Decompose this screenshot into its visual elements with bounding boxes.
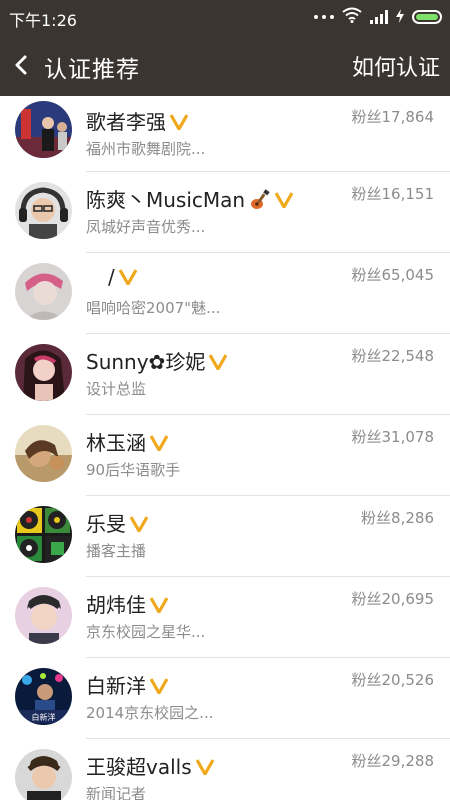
list-item[interactable]: 王骏超valls 新闻记者 粉丝29,288 [0,739,450,800]
more-dots-icon [314,15,334,19]
user-description: 设计总监 [86,380,147,398]
user-list: 歌者李强 福州市歌舞剧院... 粉丝17,864 陈爽丶MusicMan 凤城好… [0,96,450,800]
status-icons [314,6,442,28]
user-name: 胡炜佳 [86,589,168,618]
user-name: 歌者李强 [86,106,188,135]
status-time: 下午1:26 [9,11,77,30]
user-description: 凤城好声音优秀... [86,218,206,236]
user-description: 京东校园之星华... [86,623,206,641]
back-button[interactable] [10,48,40,82]
app-bar: 认证推荐 如何认证 [0,34,450,96]
avatar [15,263,72,320]
avatar [15,344,72,401]
verified-v-icon [118,268,137,285]
user-description: 90后华语歌手 [86,461,181,479]
fans-count: 粉丝29,288 [351,752,435,770]
verified-v-icon [130,515,148,532]
user-name: 王骏超valls [86,751,214,780]
user-description: 播客主播 [86,542,147,560]
signal-icon [370,10,388,24]
status-bar: 下午1:26 [0,0,450,34]
list-item[interactable]: 陈爽丶MusicMan 凤城好声音优秀... 粉丝16,151 [0,172,450,253]
verified-v-icon [150,677,168,694]
avatar [15,101,72,158]
user-description: 新闻记者 [86,785,147,800]
verified-v-icon [170,113,188,130]
fans-count: 粉丝20,695 [351,590,435,608]
list-item[interactable]: / 唱响哈密2007"魅... 粉丝65,045 [0,253,450,334]
user-description: 2014京东校园之... [86,704,214,722]
how-to-verify-button[interactable]: 如何认证 [352,50,440,82]
fans-count: 粉丝16,151 [351,185,435,203]
chevron-left-icon [15,55,27,75]
avatar [15,182,72,239]
fans-count: 粉丝65,045 [351,266,435,284]
battery-icon [412,10,442,24]
verified-v-icon [195,758,214,775]
fans-count: 粉丝20,526 [351,671,435,689]
guitar-icon [251,188,270,209]
list-item[interactable]: 林玉涵 90后华语歌手 粉丝31,078 [0,415,450,496]
verified-v-icon [275,191,294,208]
user-description: 唱响哈密2007"魅... [86,299,221,317]
fans-count: 粉丝17,864 [351,108,435,126]
avatar-text: 白新洋 [32,712,56,722]
user-name: 白新洋 [86,670,168,699]
charging-icon [396,8,404,27]
verified-v-icon [209,353,228,370]
list-item[interactable]: 白新洋 白新洋 2014京东校园之... 粉丝20,526 [0,658,450,739]
user-name: 乐旻 [86,508,148,537]
user-name: 陈爽丶MusicMan [86,184,294,213]
fans-count: 粉丝31,078 [351,428,435,446]
fans-count: 粉丝22,548 [351,347,435,365]
user-name: Sunny✿珍妮 [86,346,228,375]
avatar [15,425,72,482]
wifi-icon [342,7,362,27]
avatar [15,506,72,563]
avatar: 白新洋 [15,668,72,725]
avatar [15,587,72,644]
list-item[interactable]: 歌者李强 福州市歌舞剧院... 粉丝17,864 [0,96,450,177]
list-item[interactable]: Sunny✿珍妮 设计总监 粉丝22,548 [0,334,450,415]
list-item[interactable]: 乐旻 播客主播 粉丝8,286 [0,496,450,577]
user-name: 林玉涵 [86,427,168,456]
verified-v-icon [150,434,168,451]
verified-v-icon [150,596,168,613]
user-description: 福州市歌舞剧院... [86,140,206,158]
list-item[interactable]: 胡炜佳 京东校园之星华... 粉丝20,695 [0,577,450,658]
fans-count: 粉丝8,286 [361,509,434,527]
user-name: / [86,265,137,289]
page-title: 认证推荐 [44,57,140,83]
avatar [15,749,72,800]
